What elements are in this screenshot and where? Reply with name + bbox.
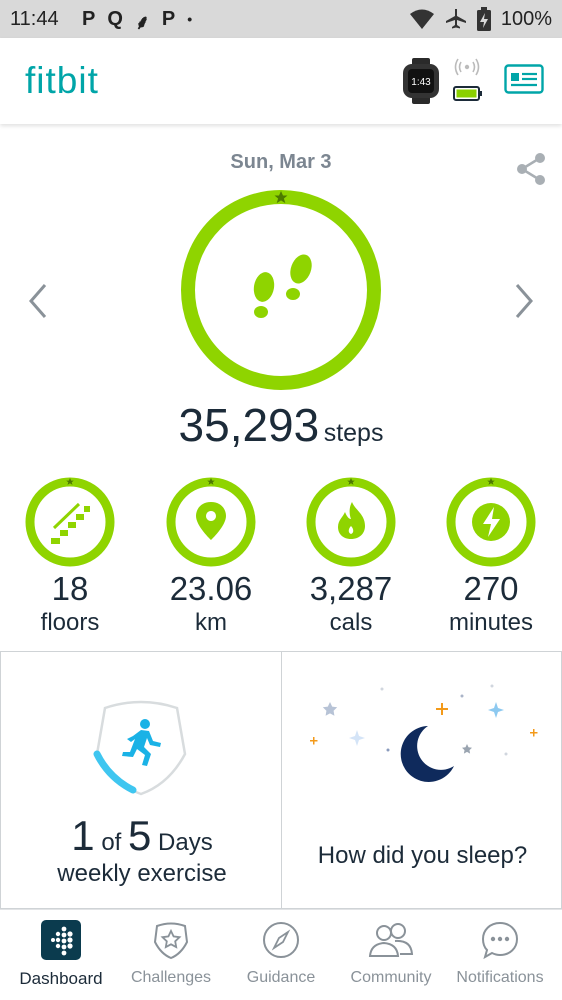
- battery-percent: 100%: [500, 7, 552, 30]
- exercise-progress-arc: [93, 750, 137, 794]
- nav-challenges[interactable]: Challenges: [115, 920, 227, 987]
- running-person-icon: [122, 719, 161, 766]
- active-minutes-ring: [446, 477, 536, 567]
- floors-unit: floors: [40, 609, 100, 636]
- steps-summary: 35,293 steps: [0, 398, 562, 452]
- stat-active-minutes[interactable]: 270 minutes: [431, 476, 551, 638]
- notification-icon: ⸙: [134, 12, 150, 34]
- share-icon[interactable]: [515, 152, 547, 186]
- previous-day-arrow[interactable]: [26, 282, 50, 320]
- star-badge-icon: [153, 922, 189, 960]
- stat-floors[interactable]: 18 floors: [10, 476, 130, 638]
- compass-icon: [263, 922, 299, 958]
- watch-time: 1:43: [411, 77, 431, 88]
- calories-ring: [306, 477, 396, 567]
- nav-guidance[interactable]: Guidance: [225, 920, 337, 987]
- status-bar: 11:44 P Q ⸙ P • 100%: [0, 0, 562, 38]
- steps-value: 35,293: [178, 399, 320, 451]
- nav-challenges-label: Challenges: [130, 969, 212, 986]
- stat-distance[interactable]: 23.06 km: [151, 476, 271, 638]
- app-bar: fitbit 1:43: [0, 38, 562, 124]
- next-day-arrow[interactable]: [512, 282, 536, 320]
- exercise-tile[interactable]: 1 of 5 Days weekly exercise: [0, 651, 282, 909]
- bottom-navigation: Dashboard Challenges Guidance Community …: [0, 909, 562, 1000]
- battery-charging-icon: [476, 7, 491, 31]
- sync-battery-icon: [453, 58, 482, 101]
- exercise-days-summary: 1 of 5 Days: [1, 812, 283, 860]
- people-icon: [368, 923, 414, 957]
- steps-unit: steps: [323, 419, 384, 447]
- stat-calories[interactable]: 3,287 cals: [291, 476, 411, 638]
- airplane-icon: [445, 9, 466, 29]
- status-time: 11:44: [10, 8, 59, 30]
- nav-community[interactable]: Community: [335, 920, 447, 987]
- dashboard-date: Sun, Mar 3: [230, 151, 332, 173]
- exercise-of-label: of: [101, 829, 122, 856]
- night-sky-illustration: [310, 684, 538, 782]
- exercise-caption: weekly exercise: [57, 860, 227, 887]
- distance-value: 23.06: [169, 570, 253, 607]
- flame-icon: [338, 502, 365, 539]
- notification-icon: P: [82, 8, 96, 30]
- calories-unit: cals: [329, 609, 373, 636]
- watch-device-icon[interactable]: 1:43: [400, 58, 442, 104]
- calories-value: 3,287: [309, 570, 393, 607]
- moon-icon: [400, 726, 454, 782]
- notification-icon: Q: [107, 8, 123, 30]
- notification-icons: P Q ⸙ P •: [82, 8, 192, 35]
- sleep-prompt: How did you sleep?: [317, 842, 528, 869]
- wifi-icon: [409, 9, 434, 29]
- location-pin-icon: [196, 502, 226, 540]
- nav-notifications-label: Notifications: [456, 969, 544, 986]
- active-minutes-unit: minutes: [448, 609, 534, 636]
- distance-unit: km: [195, 609, 227, 636]
- nav-guidance-label: Guidance: [246, 969, 316, 986]
- floors-value: 18: [51, 570, 89, 607]
- exercise-count: 1: [71, 812, 95, 859]
- notification-icon: •: [187, 11, 193, 27]
- dashboard-dots-icon: [41, 920, 81, 960]
- active-minutes-value: 270: [463, 570, 519, 607]
- nav-community-label: Community: [350, 969, 432, 986]
- notification-icon: P: [161, 8, 176, 30]
- sleep-tile[interactable]: How did you sleep?: [281, 651, 562, 909]
- nav-notifications[interactable]: Notifications: [444, 920, 556, 987]
- floors-ring: [25, 477, 115, 567]
- chat-bubble-icon: [481, 921, 519, 960]
- footsteps-icon: [253, 254, 312, 318]
- exercise-days-label: Days: [158, 829, 213, 856]
- fitbit-logo: fitbit: [25, 60, 99, 101]
- nav-dashboard[interactable]: Dashboard: [5, 920, 117, 989]
- distance-ring: [166, 477, 256, 567]
- nav-dashboard-label: Dashboard: [19, 969, 103, 988]
- profile-card-icon[interactable]: [504, 64, 544, 94]
- exercise-total: 5: [128, 812, 152, 859]
- steps-progress-ring[interactable]: [179, 188, 383, 392]
- exercise-badge: [93, 700, 187, 796]
